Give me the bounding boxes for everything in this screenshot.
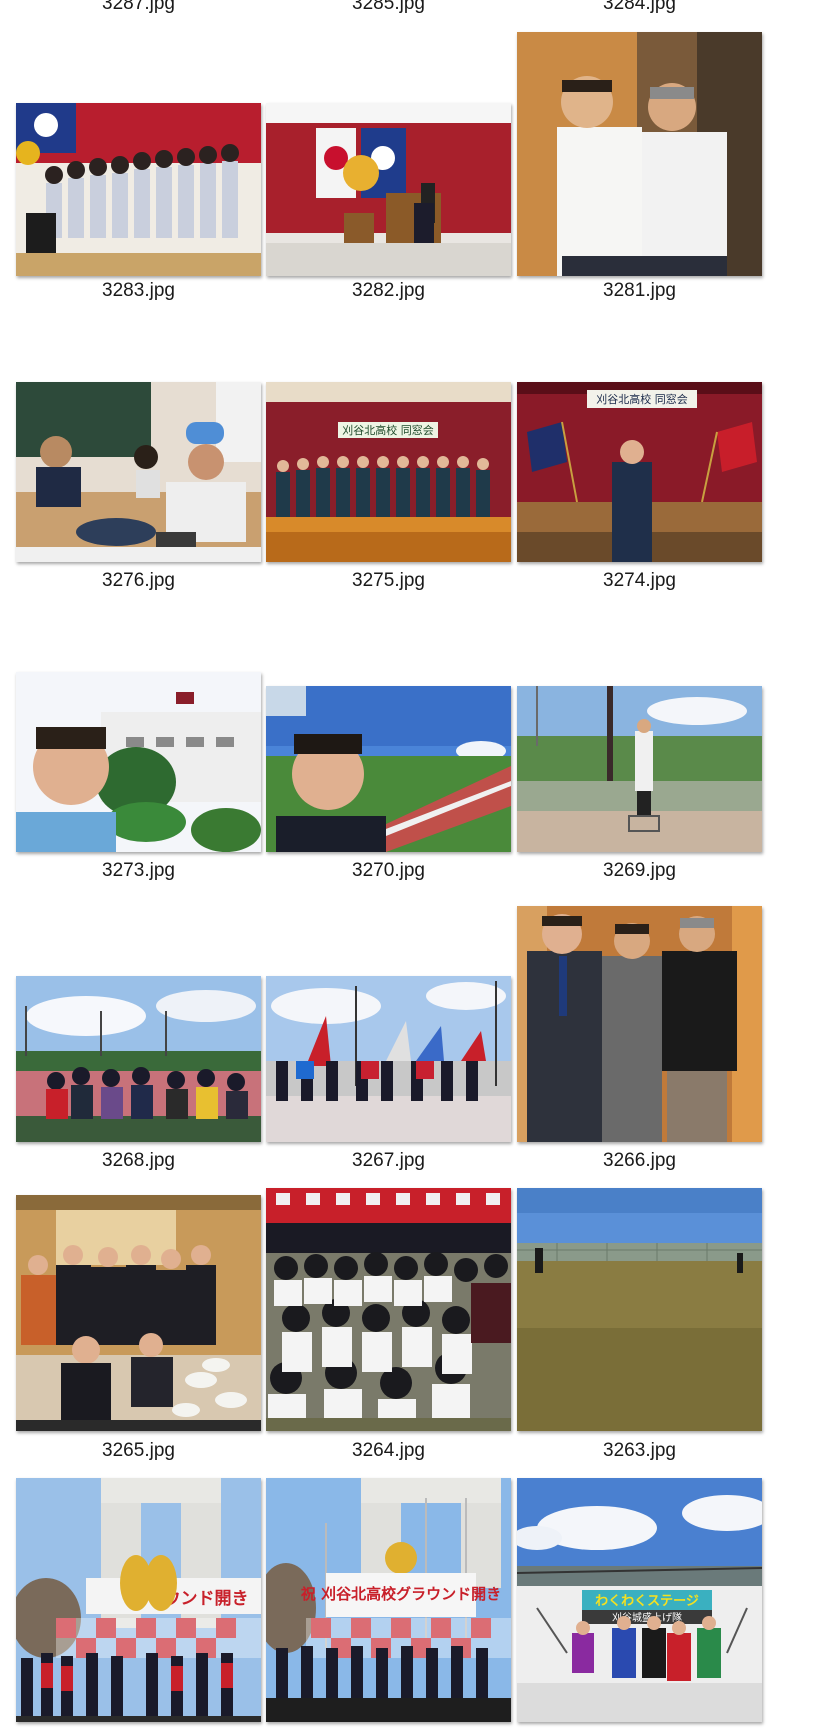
file-item[interactable] xyxy=(266,28,511,276)
file-item[interactable] xyxy=(16,1195,261,1431)
file-name[interactable]: 3269.jpg xyxy=(517,860,762,882)
file-item[interactable] xyxy=(517,28,762,276)
file-name[interactable]: 3287.jpg xyxy=(16,0,261,15)
thumbnail[interactable] xyxy=(16,103,261,276)
file-name[interactable]: 3267.jpg xyxy=(266,1150,511,1172)
file-name[interactable]: 3265.jpg xyxy=(16,1440,261,1462)
thumbnail[interactable]: わくわくステージ 刈谷城盛上げ隊 xyxy=(517,1478,762,1722)
file-item[interactable] xyxy=(266,1188,511,1431)
file-name[interactable]: 3268.jpg xyxy=(16,1150,261,1172)
file-item[interactable] xyxy=(266,672,511,852)
banner-text: わくわくステージ xyxy=(595,1594,699,1609)
file-name[interactable]: 3285.jpg xyxy=(266,0,511,15)
file-name[interactable]: 3270.jpg xyxy=(266,860,511,882)
file-name[interactable]: 3281.jpg xyxy=(517,280,762,302)
file-name[interactable]: 3282.jpg xyxy=(266,280,511,302)
thumbnail[interactable]: 刈谷北高校 同窓会 xyxy=(517,382,762,562)
banner-text: 刈谷北高校 同窓会 xyxy=(342,423,434,437)
file-item[interactable] xyxy=(517,906,762,1142)
thumbnail[interactable]: ウンド開き xyxy=(16,1478,261,1722)
file-item[interactable]: 刈谷北高校 同窓会 xyxy=(266,382,511,562)
thumbnail[interactable] xyxy=(517,686,762,852)
thumbnail[interactable] xyxy=(16,976,261,1142)
file-item[interactable] xyxy=(16,962,261,1142)
file-item[interactable] xyxy=(16,382,261,562)
file-item[interactable]: わくわくステージ 刈谷城盛上げ隊 xyxy=(517,1478,762,1722)
file-name[interactable]: 3264.jpg xyxy=(266,1440,511,1462)
file-name[interactable]: 3263.jpg xyxy=(517,1440,762,1462)
file-name[interactable]: 3273.jpg xyxy=(16,860,261,882)
file-item[interactable]: ウンド開き xyxy=(16,1478,261,1722)
thumbnail[interactable] xyxy=(16,672,261,852)
file-name[interactable]: 3266.jpg xyxy=(517,1150,762,1172)
file-name[interactable]: 3283.jpg xyxy=(16,280,261,302)
thumbnail[interactable] xyxy=(517,906,762,1142)
thumbnail[interactable] xyxy=(16,1195,261,1431)
thumbnail[interactable] xyxy=(266,686,511,852)
banner-text: 祝 刈谷北高校グラウンド開き xyxy=(301,1585,501,1603)
thumbnail[interactable] xyxy=(266,1188,511,1431)
thumbnail[interactable]: 祝 刈谷北高校グラウンド開き xyxy=(266,1478,511,1722)
file-name[interactable]: 3276.jpg xyxy=(16,570,261,592)
file-item[interactable] xyxy=(517,1188,762,1431)
thumbnail[interactable] xyxy=(517,32,762,276)
file-name[interactable]: 3274.jpg xyxy=(517,570,762,592)
thumbnail[interactable]: 刈谷北高校 同窓会 xyxy=(266,382,511,562)
banner-text: ウンド開き xyxy=(164,1589,249,1609)
thumbnail[interactable] xyxy=(266,976,511,1142)
thumbnail[interactable] xyxy=(266,103,511,276)
file-item[interactable] xyxy=(16,28,261,276)
file-item[interactable] xyxy=(517,672,762,852)
file-item[interactable]: 祝 刈谷北高校グラウンド開き xyxy=(266,1478,511,1722)
file-item[interactable]: 刈谷北高校 同窓会 xyxy=(517,382,762,562)
file-name[interactable]: 3284.jpg xyxy=(517,0,762,15)
file-item[interactable] xyxy=(16,672,261,852)
banner-text: 刈谷北高校 同窓会 xyxy=(596,392,688,406)
file-name[interactable]: 3275.jpg xyxy=(266,570,511,592)
file-item[interactable] xyxy=(266,962,511,1142)
thumbnail[interactable] xyxy=(517,1188,762,1431)
thumbnail[interactable] xyxy=(16,382,261,562)
